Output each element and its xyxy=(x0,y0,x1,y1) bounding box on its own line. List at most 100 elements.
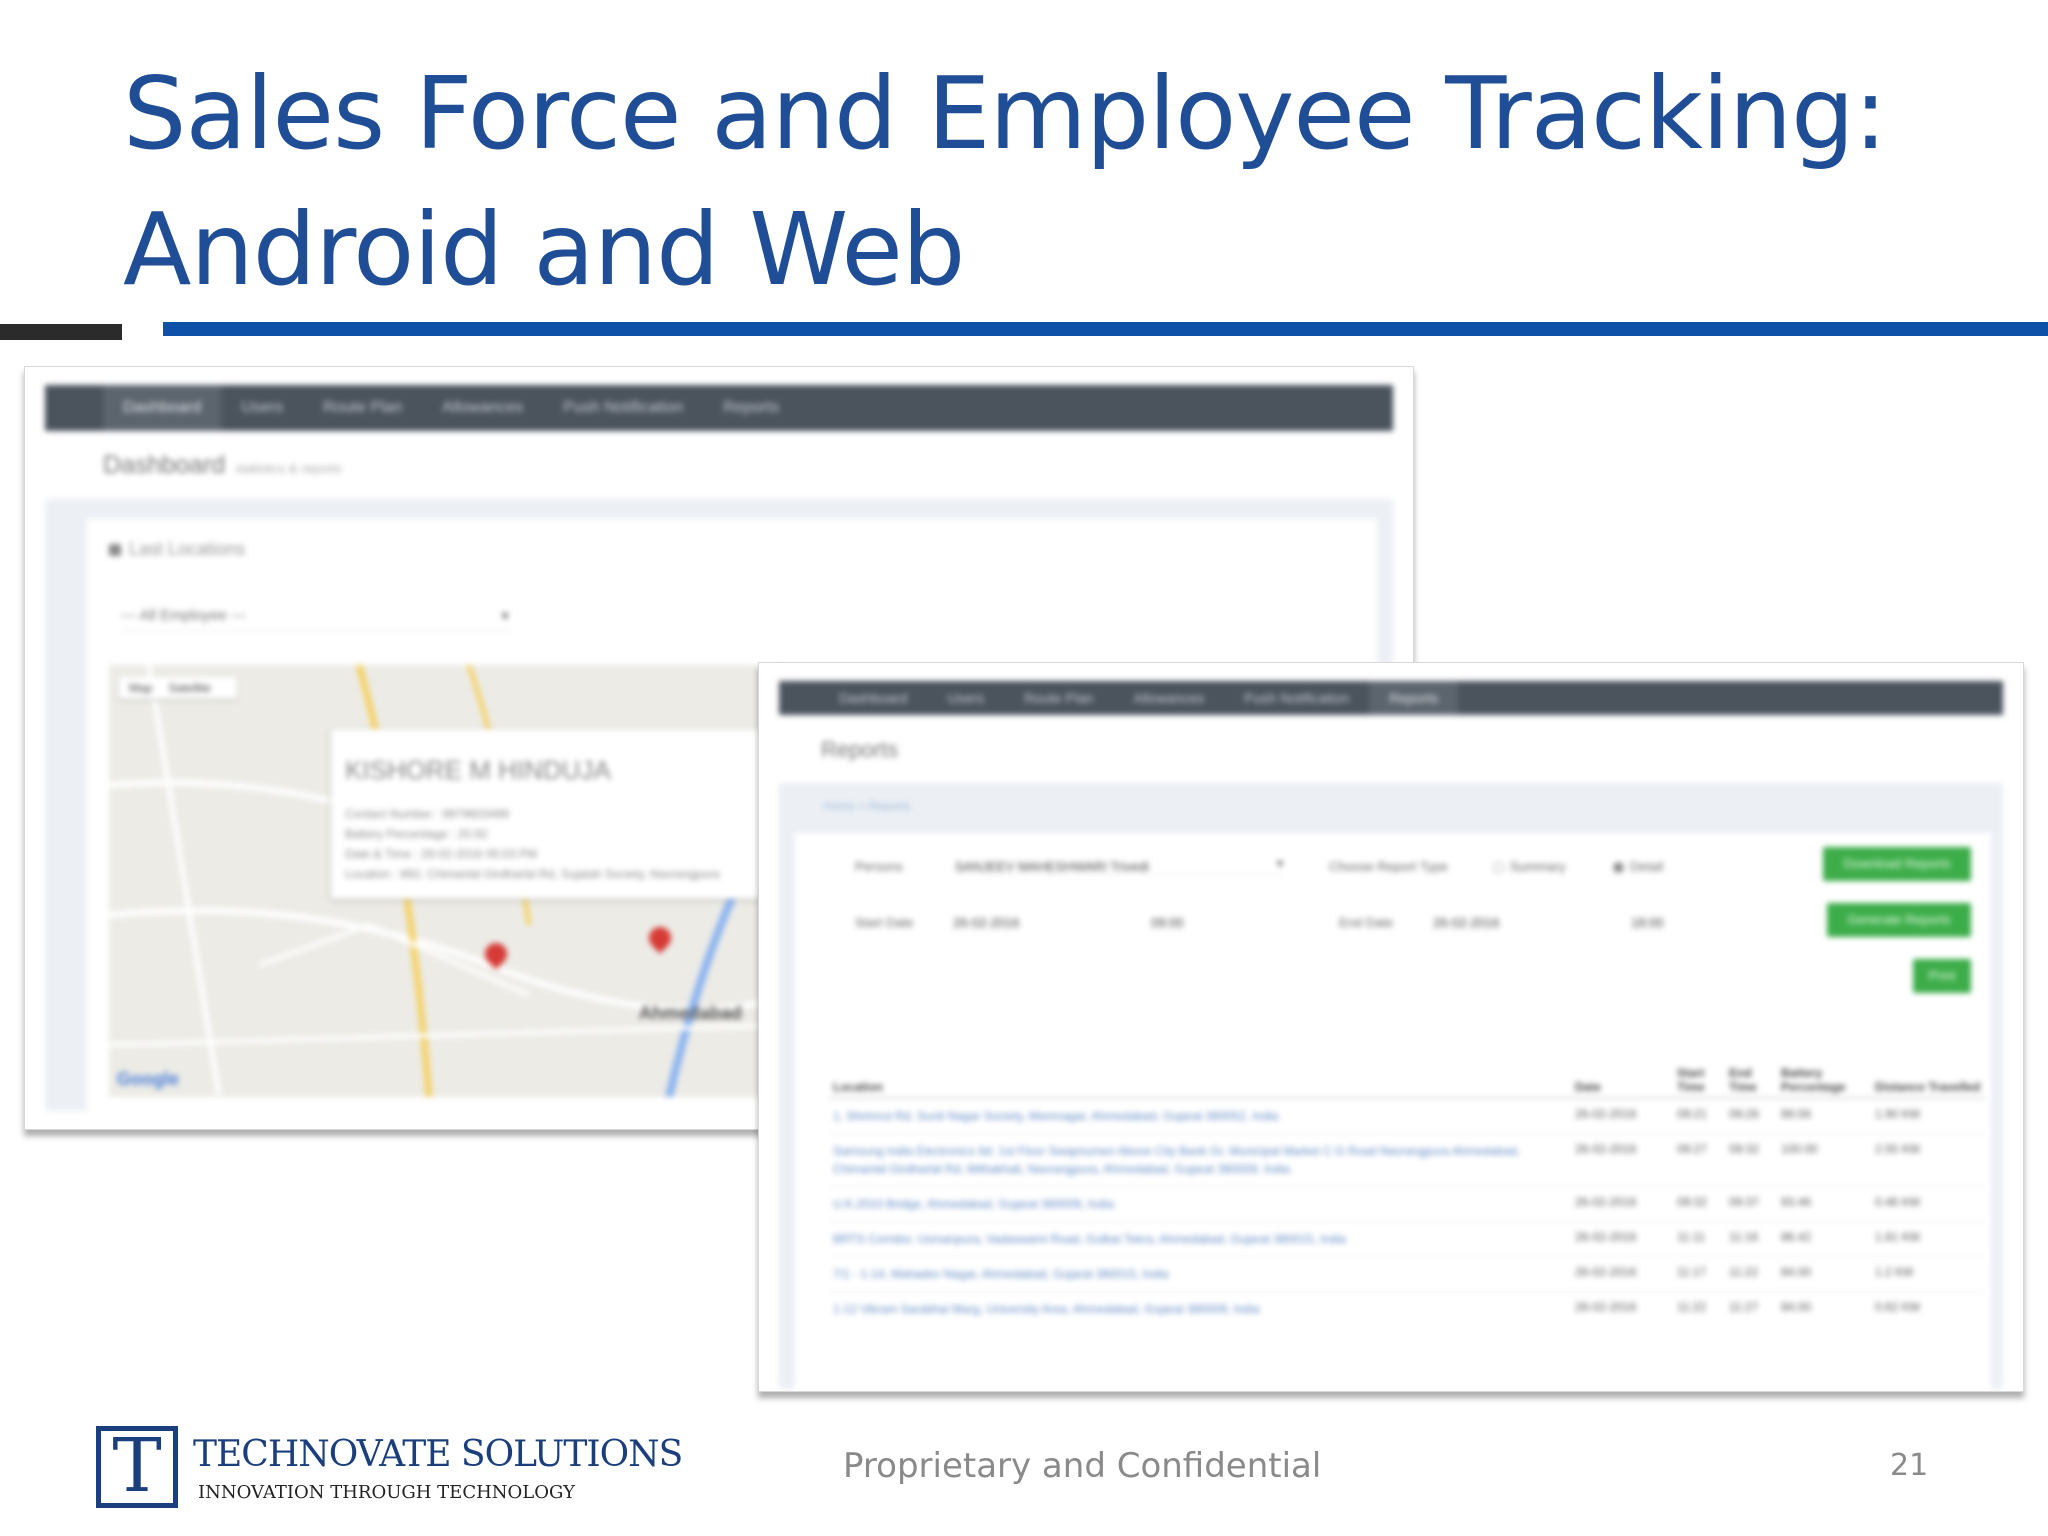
col-battery: Battery Percentage xyxy=(1777,1063,1871,1099)
employee-map[interactable]: Map Satellite KISHORE M HINDUJA Contact N… xyxy=(109,665,789,1097)
col-distance: Distance Travelled xyxy=(1871,1063,1985,1099)
col-date: Date xyxy=(1571,1063,1673,1099)
rep-nav-route-plan[interactable]: Route Plan xyxy=(1004,681,1113,715)
start-date-label: Start Date xyxy=(855,915,914,930)
location-icon xyxy=(109,544,121,557)
info-contact: Contact Number : 9979603499 xyxy=(345,807,510,821)
cell-end: 11:22 xyxy=(1725,1256,1777,1292)
cell-location[interactable]: 1-12 Vikram Sarabhai Marg, University Ar… xyxy=(829,1291,1571,1326)
table-header-row: Location Date Start Time End Time Batter… xyxy=(829,1063,1985,1099)
print-button[interactable]: Print xyxy=(1913,959,1971,993)
chevron-down-icon: ▼ xyxy=(499,609,511,623)
reports-table: Location Date Start Time End Time Batter… xyxy=(829,1063,1985,1326)
cell-end: 09:37 xyxy=(1725,1186,1777,1222)
reports-page-title: Reports xyxy=(821,737,899,762)
table-row: 1, Shrimrut Rd, Sunit Nagar Society, Mem… xyxy=(829,1097,1985,1134)
start-date-input[interactable]: 26-02-2016 xyxy=(953,915,1020,931)
dashboard-subtitle: statistics & reports xyxy=(235,461,342,476)
cell-location[interactable]: BRTS Corridor, Usmanpura, Vadaswami Road… xyxy=(829,1221,1571,1257)
footer-brand-name: TECHNOVATE SOLUTIONS xyxy=(193,1434,683,1475)
cell-distance: 0.62 KM xyxy=(1871,1291,1985,1326)
cell-start: 11:17 xyxy=(1673,1256,1725,1292)
summary-label: Summary xyxy=(1510,859,1566,874)
dash-nav-users[interactable]: Users xyxy=(221,385,303,431)
cell-battery: 86.42 xyxy=(1777,1221,1871,1257)
report-type-summary[interactable]: Summary xyxy=(1493,859,1566,874)
cell-distance: 2.55 KM xyxy=(1871,1133,1985,1187)
map-type-satellite[interactable]: Satellite xyxy=(168,681,211,695)
reports-navbar: Dashboard Users Route Plan Allowances Pu… xyxy=(779,681,2003,715)
cell-date: 26-02-2016 xyxy=(1571,1186,1673,1222)
info-battery: Battery Percentage : 20.92 xyxy=(345,827,488,841)
title-divider-dark xyxy=(0,324,122,340)
footer-tagline: INNOVATION THROUGH TECHNOLOGY xyxy=(198,1482,575,1503)
slide-page-number: 21 xyxy=(1890,1448,1929,1483)
dash-nav-reports[interactable]: Reports xyxy=(703,385,799,431)
employee-name: KISHORE M HINDUJA xyxy=(345,755,611,785)
dash-nav-dashboard[interactable]: Dashboard xyxy=(103,385,222,431)
table-row: 1-12 Vikram Sarabhai Marg, University Ar… xyxy=(829,1291,1985,1326)
download-reports-button[interactable]: Download Reports xyxy=(1823,847,1971,881)
dash-nav-allowances[interactable]: Allowances xyxy=(422,385,543,431)
cell-date: 26-02-2016 xyxy=(1571,1221,1673,1257)
cell-distance: 1.2 KM xyxy=(1871,1256,1985,1292)
last-locations-title: Last Locations xyxy=(109,539,245,560)
radio-selected-icon xyxy=(1613,862,1624,874)
cell-location[interactable]: 1, Shrimrut Rd, Sunit Nagar Society, Mem… xyxy=(829,1097,1571,1134)
rep-nav-dashboard[interactable]: Dashboard xyxy=(819,681,928,715)
cell-end: 09:26 xyxy=(1725,1097,1777,1134)
cell-date: 26-02-2016 xyxy=(1571,1291,1673,1326)
info-location: Location : 892, Chimanlal Girdharlal Rd,… xyxy=(345,867,720,881)
col-location: Location xyxy=(829,1063,1571,1099)
cell-location[interactable]: U.K.2010 Bridge, Ahmedabad, Gujarat 3800… xyxy=(829,1186,1571,1222)
cell-battery: 100.00 xyxy=(1777,1133,1871,1187)
dash-nav-route-plan[interactable]: Route Plan xyxy=(303,385,422,431)
cell-battery: 84.00 xyxy=(1777,1291,1871,1326)
rep-nav-allowances[interactable]: Allowances xyxy=(1113,681,1224,715)
footer-confidential: Proprietary and Confidential xyxy=(843,1446,1322,1486)
breadcrumb[interactable]: Home > Reports xyxy=(823,799,911,813)
cell-battery: 93.46 xyxy=(1777,1186,1871,1222)
cell-location[interactable]: 7/1 - 1-14, Mahadev Nagar, Ahmedabad, Gu… xyxy=(829,1256,1571,1292)
cell-end: 11:27 xyxy=(1725,1291,1777,1326)
report-type-label: Choose Report Type xyxy=(1329,859,1448,874)
cell-start: 09:21 xyxy=(1673,1097,1725,1134)
employee-select[interactable]: --- All Employee --- ▼ xyxy=(121,601,511,632)
table-row: U.K.2010 Bridge, Ahmedabad, Gujarat 3800… xyxy=(829,1186,1985,1222)
rep-nav-users[interactable]: Users xyxy=(928,681,1005,715)
table-row: Samsung India Electronics Itd. 1st Floor… xyxy=(829,1133,1985,1187)
dashboard-title-text: Dashboard xyxy=(103,451,226,479)
end-date-input[interactable]: 26-02-2016 xyxy=(1433,915,1500,931)
cell-date: 26-02-2016 xyxy=(1571,1256,1673,1292)
persons-select[interactable]: SANJEEV MAHESHWARI Trivedi ▼ xyxy=(955,859,1285,875)
table-row: BRTS Corridor, Usmanpura, Vadaswami Road… xyxy=(829,1221,1985,1257)
cell-start: 11:22 xyxy=(1673,1291,1725,1326)
map-type-map[interactable]: Map xyxy=(129,681,152,695)
generate-reports-button[interactable]: Generate Reports xyxy=(1827,903,1971,937)
employee-select-value: --- All Employee --- xyxy=(121,607,247,624)
end-time-input[interactable]: 18:00 xyxy=(1631,915,1664,931)
slide-title-line-1: Sales Force and Employee Tracking: xyxy=(123,55,1887,172)
title-divider-blue xyxy=(163,322,2048,336)
cell-start: 11:11 xyxy=(1673,1221,1725,1257)
rep-nav-push-notification[interactable]: Push Notification xyxy=(1224,681,1369,715)
map-city-label: Ahmedabad xyxy=(639,1003,743,1023)
start-time-input[interactable]: 09:00 xyxy=(1151,915,1184,931)
chevron-down-icon: ▼ xyxy=(1275,859,1285,870)
rep-nav-reports[interactable]: Reports xyxy=(1369,681,1459,715)
cell-start: 09:27 xyxy=(1673,1133,1725,1187)
report-type-detail[interactable]: Detail xyxy=(1613,859,1663,874)
info-datetime: Date & Time : 26-02-2016 05:03 PM xyxy=(345,847,538,861)
cell-location[interactable]: Samsung India Electronics Itd. 1st Floor… xyxy=(829,1133,1571,1187)
slide-title-line-2: Android and Web xyxy=(123,191,965,308)
cell-distance: 0.46 KM xyxy=(1871,1186,1985,1222)
cell-start: 09:32 xyxy=(1673,1186,1725,1222)
slide-title: Sales Force and Employee Tracking: Andro… xyxy=(123,46,2023,318)
map-type-control[interactable]: Map Satellite xyxy=(119,677,238,699)
dash-nav-push-notification[interactable]: Push Notification xyxy=(543,385,703,431)
reports-screenshot: Dashboard Users Route Plan Allowances Pu… xyxy=(758,662,2024,1392)
cell-end: 11:16 xyxy=(1725,1221,1777,1257)
cell-date: 26-02-2016 xyxy=(1571,1133,1673,1187)
cell-battery: 84.00 xyxy=(1777,1256,1871,1292)
map-info-window: KISHORE M HINDUJA Contact Number : 99796… xyxy=(331,729,789,899)
